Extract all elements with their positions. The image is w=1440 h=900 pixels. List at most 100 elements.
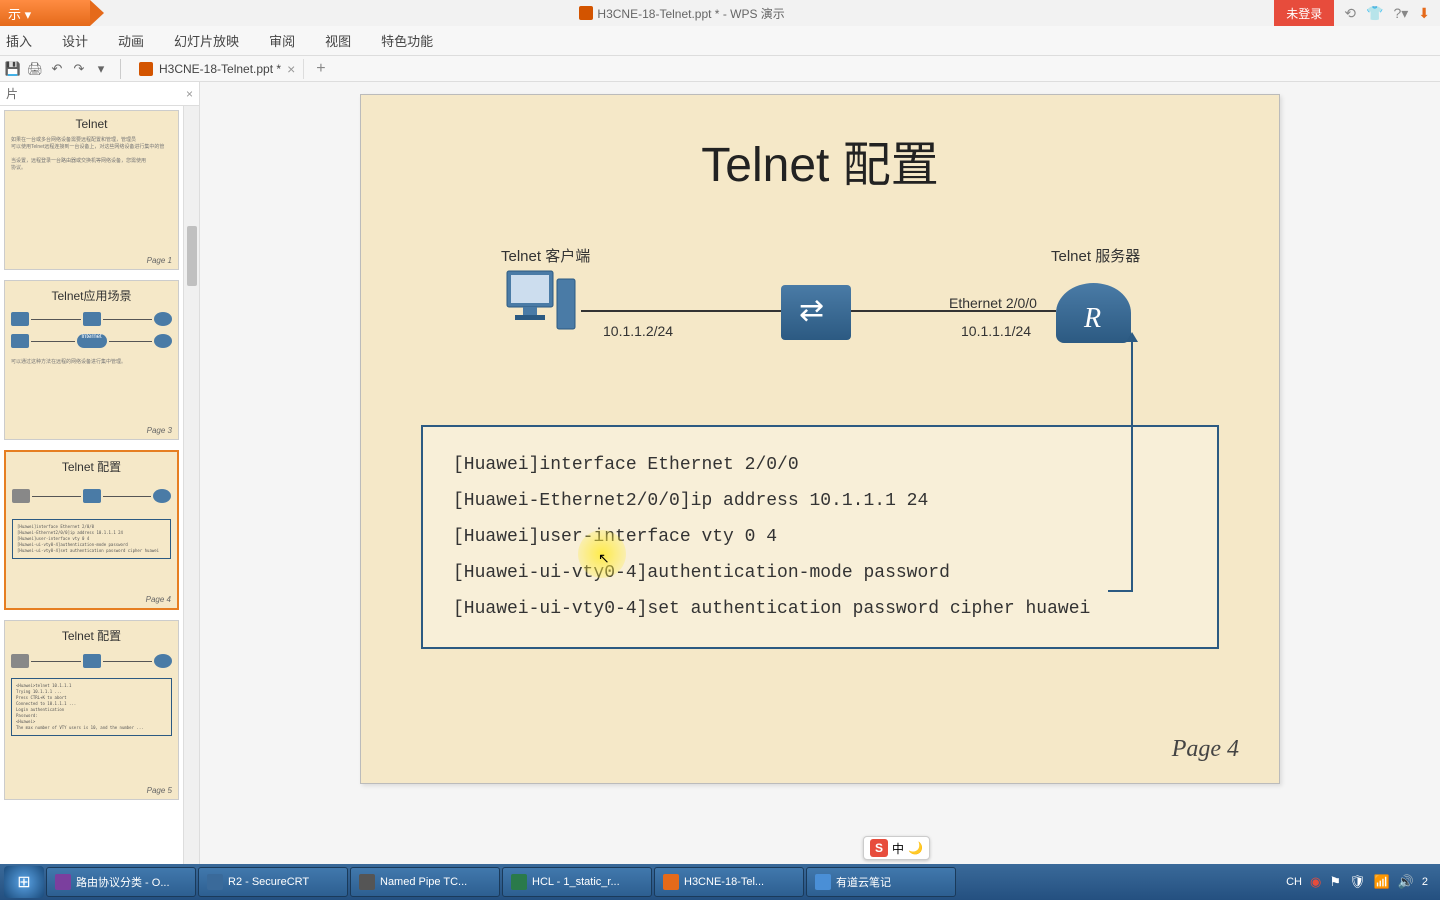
slide-thumb-2[interactable]: Telnet应用场景 Internet 可以通过这种方法在远程的网络设备进行集中… (4, 280, 179, 440)
app-menu-button[interactable]: 示 ▾ (0, 0, 90, 26)
youdao-icon (815, 874, 831, 890)
taskbar-item-securecrt[interactable]: R2 - SecureCRT (198, 867, 348, 897)
pin-icon[interactable]: ⬇ (1418, 5, 1430, 22)
router-icon (1056, 283, 1131, 343)
slide-thumb-1[interactable]: Telnet 如果在一台或多台网络设备需要远程配置和管理，管理员可以使用Teln… (4, 110, 179, 270)
task-label: 有道云笔记 (836, 874, 891, 890)
more-icon[interactable]: ▾ (92, 60, 110, 78)
thumb-title: Telnet 配置 (12, 458, 171, 475)
menu-design[interactable]: 设计 (62, 31, 88, 50)
code-line: [Huawei]user-interface vty 0 4 (453, 519, 1187, 555)
callout-arrow-h (1108, 590, 1133, 592)
task-label: Named Pipe TC... (380, 876, 467, 888)
menu-slideshow[interactable]: 幻灯片放映 (174, 31, 239, 50)
menu-review[interactable]: 审阅 (269, 31, 295, 50)
doc-tab-label: H3CNE-18-Telnet.ppt * (159, 62, 281, 76)
panel-title: 片 (6, 85, 18, 102)
thumb-title: Telnet 配置 (11, 627, 172, 644)
menu-view[interactable]: 视图 (325, 31, 351, 50)
task-label: 路由协议分类 - O... (76, 874, 170, 890)
taskbar-item-wps[interactable]: H3CNE-18-Tel... (654, 867, 804, 897)
page-number: Page 4 (1172, 736, 1239, 763)
slide-thumb-3[interactable]: Telnet 配置 [Huawei]interface Ethernet 2/0… (4, 450, 179, 610)
callout-arrow (1131, 340, 1133, 590)
panel-scrollbar[interactable] (183, 106, 199, 864)
network-diagram: Telnet 客户端 Telnet 服务器 10.1.1.2/24 Ethern… (361, 245, 1279, 425)
login-button[interactable]: 未登录 (1274, 0, 1334, 26)
securecrt-icon (207, 874, 223, 890)
taskbar-item-onenote[interactable]: 路由协议分类 - O... (46, 867, 196, 897)
thumb-page: Page 3 (147, 426, 172, 435)
pc-icon (501, 265, 581, 335)
code-line: [Huawei]interface Ethernet 2/0/0 (453, 447, 1187, 483)
system-tray: CH ◉ ⚑ 🛡 📶 🔊 2 (1286, 874, 1436, 890)
tray-volume-icon[interactable]: 🔊 (1398, 874, 1414, 890)
task-label: H3CNE-18-Tel... (684, 876, 764, 888)
tray-sogou-icon[interactable]: ◉ (1310, 874, 1321, 890)
document-tab[interactable]: H3CNE-18-Telnet.ppt * × (131, 59, 304, 79)
tray-flag-icon[interactable]: ⚑ (1329, 874, 1341, 890)
document-title: H3CNE-18-Telnet.ppt * - WPS 演示 (597, 5, 784, 22)
doc-tab-icon (139, 62, 153, 76)
switch-icon (781, 285, 851, 340)
print-icon[interactable]: 🖨 (26, 60, 44, 78)
thumb-title: Telnet应用场景 (11, 287, 172, 304)
onenote-icon (55, 874, 71, 890)
slide-title: Telnet 配置 (361, 125, 1279, 195)
lang-indicator[interactable]: CH (1286, 876, 1302, 888)
taskbar-item-hcl[interactable]: HCL - 1_static_r... (502, 867, 652, 897)
sync-icon[interactable]: ⟲ (1344, 5, 1356, 22)
thumb-page: Page 4 (146, 595, 171, 604)
tray-clock[interactable]: 2 (1422, 876, 1428, 888)
slide-thumb-4[interactable]: Telnet 配置 <Huawei>telnet 10.1.1.1Trying … (4, 620, 179, 800)
task-label: HCL - 1_static_r... (532, 876, 620, 888)
ip-address-2: 10.1.1.1/24 (961, 323, 1031, 339)
quick-toolbar: 💾 🖨 ↶ ↷ ▾ H3CNE-18-Telnet.ppt * × + (0, 56, 1440, 82)
task-label: R2 - SecureCRT (228, 876, 309, 888)
panel-header: 片 × (0, 82, 199, 106)
interface-label: Ethernet 2/0/0 (949, 295, 1037, 311)
slide-canvas[interactable]: Telnet 配置 Telnet 客户端 Telnet 服务器 10.1.1.2… (200, 82, 1440, 864)
ip-address-1: 10.1.1.2/24 (603, 323, 673, 339)
menu-animation[interactable]: 动画 (118, 31, 144, 50)
redo-icon[interactable]: ↷ (70, 60, 88, 78)
code-line: [Huawei-Ethernet2/0/0]ip address 10.1.1.… (453, 483, 1187, 519)
code-line: [Huawei-ui-vty0-4]set authentication pas… (453, 591, 1187, 627)
thumb-page: Page 5 (147, 786, 172, 795)
current-slide: Telnet 配置 Telnet 客户端 Telnet 服务器 10.1.1.2… (360, 94, 1280, 784)
taskbar: ⊞ 路由协议分类 - O... R2 - SecureCRT Named Pip… (0, 864, 1440, 900)
thumb-title: Telnet (11, 117, 172, 131)
tray-shield-icon[interactable]: 🛡 (1349, 874, 1366, 890)
ime-indicator[interactable]: S 中 🌙 (863, 836, 930, 860)
scroll-thumb[interactable] (187, 226, 197, 286)
link-line (581, 310, 781, 312)
separator (120, 59, 121, 79)
file-icon (579, 6, 593, 20)
panel-close-icon[interactable]: × (186, 87, 193, 101)
ime-moon-icon: 🌙 (908, 841, 923, 855)
wps-icon (663, 874, 679, 890)
slide-panel: 片 × Telnet 如果在一台或多台网络设备需要远程配置和管理，管理员可以使用… (0, 82, 200, 864)
taskbar-item-youdao[interactable]: 有道云笔记 (806, 867, 956, 897)
titlebar-controls: 未登录 ⟲ 👕 ?▾ ⬇ (1274, 0, 1440, 26)
new-tab-button[interactable]: + (308, 60, 333, 78)
menu-insert[interactable]: 插入 (6, 31, 32, 50)
tab-close-icon[interactable]: × (287, 61, 295, 77)
save-icon[interactable]: 💾 (4, 60, 22, 78)
pipe-icon (359, 874, 375, 890)
tray-network-icon[interactable]: 📶 (1374, 874, 1390, 890)
hcl-icon (511, 874, 527, 890)
help-icon[interactable]: ?▾ (1393, 5, 1408, 22)
client-label: Telnet 客户端 (501, 245, 590, 266)
taskbar-item-namedpipe[interactable]: Named Pipe TC... (350, 867, 500, 897)
code-line: [Huawei-ui-vty0-4]authentication-mode pa… (453, 555, 1187, 591)
server-label: Telnet 服务器 (1051, 245, 1140, 266)
main-area: 片 × Telnet 如果在一台或多台网络设备需要远程配置和管理，管理员可以使用… (0, 82, 1440, 864)
skin-icon[interactable]: 👕 (1366, 5, 1383, 22)
thumbnails: Telnet 如果在一台或多台网络设备需要远程配置和管理，管理员可以使用Teln… (0, 106, 183, 864)
titlebar: 示 ▾ H3CNE-18-Telnet.ppt * - WPS 演示 未登录 ⟲… (0, 0, 1440, 26)
menu-features[interactable]: 特色功能 (381, 31, 433, 50)
undo-icon[interactable]: ↶ (48, 60, 66, 78)
start-button[interactable]: ⊞ (4, 866, 44, 898)
app-menu-label: 示 ▾ (8, 4, 31, 23)
